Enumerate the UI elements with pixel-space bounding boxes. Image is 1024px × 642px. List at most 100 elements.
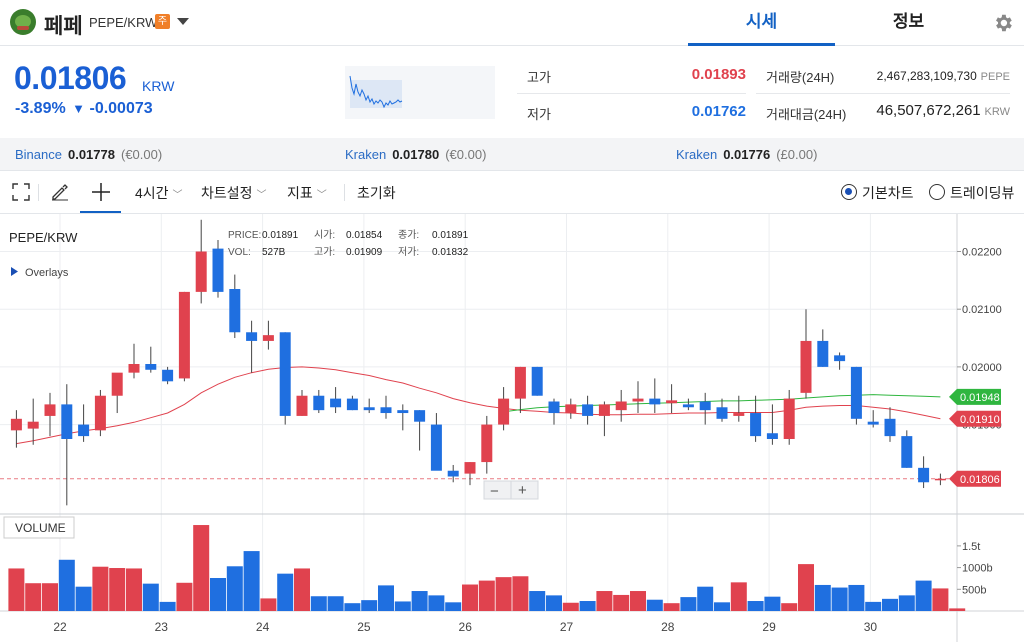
volume-bar [411,591,428,611]
candle-body [901,436,913,468]
legend-close-value: 0.01891 [432,230,469,241]
app-header: 페페 PEPE/KRW 주 시세 정보 [0,0,1024,46]
candle-body [145,364,157,370]
fullscreen-icon[interactable] [12,183,30,201]
high-label: 고가 [527,70,551,85]
volume-tick-label: 500b [962,584,986,596]
zoom-controls: − + [483,480,539,500]
volume-bar [478,580,495,611]
basic-chart-label[interactable]: 기본차트 [862,183,914,203]
volume-bar [394,601,411,611]
volume-bar [814,584,831,611]
candle-body [162,369,174,382]
candle-body [94,395,106,431]
gear-icon[interactable] [992,12,1014,34]
interval-select[interactable]: 4시간 ﹀ [135,183,183,203]
legend-high-label: 고가: [314,246,335,258]
volume-bar [277,573,294,611]
volume-bar [260,598,277,611]
time-tick-label: 25 [357,620,371,634]
exchange-binance[interactable]: Binance 0.01778 (€0.00) [15,147,162,162]
candle-body [296,395,308,416]
legend-high-value: 0.01909 [346,247,383,258]
volume-bar [714,602,730,611]
time-tick-label: 26 [459,620,473,634]
candle-body [330,398,342,408]
candle-body [380,407,392,414]
candle-body [27,421,39,429]
volume-bar [310,596,327,611]
reset-button[interactable]: 초기화 [357,183,396,203]
candle-body [733,413,745,416]
change-amount: -0.00073 [89,100,153,117]
expand-triangle-icon[interactable] [11,267,18,276]
draw-pencil-icon[interactable] [50,182,70,202]
time-tick-label: 30 [864,620,878,634]
tradingview-radio[interactable] [929,184,945,200]
volume-bar [294,568,310,611]
candle-body [195,251,207,292]
zoom-out-button[interactable]: − [490,483,499,500]
crosshair-tool[interactable] [80,171,121,213]
candle-body [481,424,493,463]
svg-text:VOLUME: VOLUME [15,521,66,535]
candle-body [10,418,22,431]
low-label: 저가 [527,107,551,122]
candle-body [246,332,258,341]
candle-body [615,401,627,411]
volume-bar [697,586,714,611]
tab-info[interactable]: 정보 [835,0,982,46]
volume-bar [226,566,243,611]
volume-bar [327,596,344,611]
chevron-down-icon: ﹀ [316,190,327,201]
candle-body [884,418,896,437]
volume-value: 2,467,283,109,730 PEPE [876,69,1010,83]
volume-bar [882,598,898,611]
volume-bar [932,588,949,611]
candle-body [682,404,694,408]
coin-select-dropdown[interactable] [177,18,189,25]
divider [756,93,1010,94]
time-tick-label: 28 [661,620,675,634]
candle-body [313,395,325,411]
exchange-kraken-eur[interactable]: Kraken 0.01780 (€0.00) [345,147,486,162]
exchange-kraken-gbp[interactable]: Kraken 0.01776 (£0.00) [676,147,817,162]
volume-bar [176,582,193,611]
time-tick-label: 27 [560,620,574,634]
volume-tick-label: 1.5t [962,541,980,553]
candle-body [212,248,224,292]
volume-bar [361,600,378,611]
volume-tick-label: 1000b [962,563,993,575]
overlays-toggle[interactable]: Overlays [25,267,69,279]
volume-bar [8,568,25,611]
volume-panel-label: VOLUME [3,516,75,539]
chart-toolbar: 4시간 ﹀ 차트설정 ﹀ 지표 ﹀ 초기화 기본차트 트레이딩뷰 [0,171,1024,214]
volume-bar [25,583,42,611]
chart-settings-select[interactable]: 차트설정 ﹀ [201,183,267,203]
basic-chart-radio[interactable] [841,184,857,200]
zoom-in-button[interactable]: + [518,482,527,499]
tab-market[interactable]: 시세 [688,0,835,46]
candle-body [918,467,930,483]
time-tick-label: 29 [762,620,776,634]
volume-bar [680,597,697,611]
indicators-select[interactable]: 지표 ﹀ [287,183,327,203]
tradingview-label[interactable]: 트레이딩뷰 [950,183,1014,203]
candle-body [582,404,594,416]
ohlc-legend: PRICE: 0.01891 시가: 0.01854 종가: 0.01891 V… [228,229,469,258]
candle-body [111,372,123,396]
volume-bar [495,577,512,611]
candle-body [447,470,459,477]
legend-price-label: PRICE: [228,230,261,241]
candlestick-chart[interactable]: 0.022000.021000.020000.019001.5t1000b500… [0,214,1024,642]
candle-body [632,398,644,402]
volume-bar [428,595,445,611]
candle-body [934,478,946,481]
volume-bar [378,585,394,611]
volume-bar [529,591,546,611]
mini-chart [345,66,495,119]
chart-symbol: PEPE/KRW [9,230,78,245]
volume-bar [562,602,579,611]
chevron-down-icon: ﹀ [256,190,267,201]
volume-bar [142,583,159,611]
